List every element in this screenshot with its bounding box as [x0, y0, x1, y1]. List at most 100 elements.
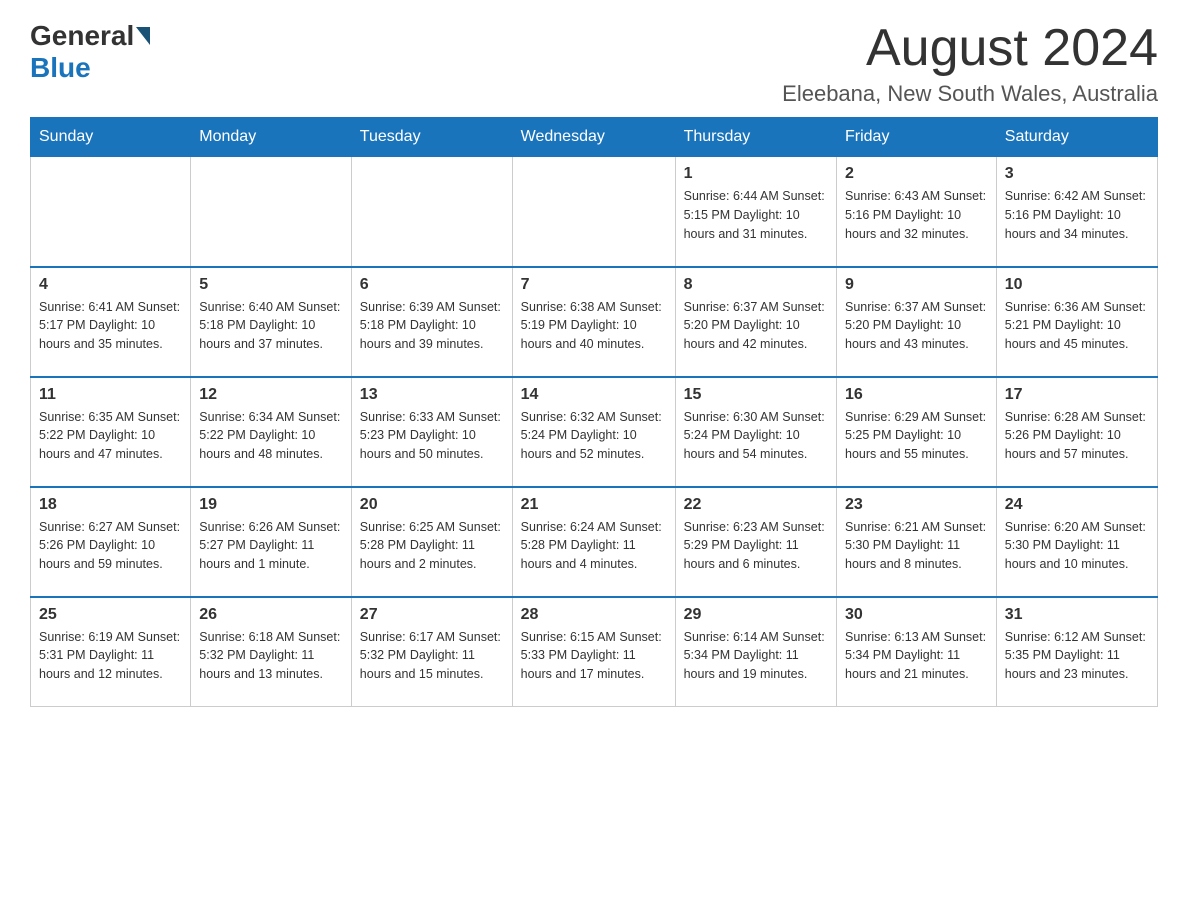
calendar-cell: 17Sunrise: 6:28 AM Sunset: 5:26 PM Dayli…	[996, 377, 1157, 487]
day-number: 22	[684, 496, 828, 514]
calendar-cell: 26 Sunrise: 6:18 AM Sunset: 5:32 PM Dayli…	[191, 597, 352, 707]
calendar-cell: 12 Sunrise: 6:34 AM Sunset: 5:22 PM Dayli…	[191, 377, 352, 487]
day-info: Sunrise: 6:37 AM Sunset: 5:20 PM Dayligh…	[845, 298, 988, 354]
calendar-cell: 5 Sunrise: 6:40 AM Sunset: 5:18 PM Daylig…	[191, 267, 352, 377]
calendar-cell: 7 Sunrise: 6:38 AM Sunset: 5:19 PM Daylig…	[512, 267, 675, 377]
calendar-cell	[31, 157, 191, 267]
day-number: 28	[521, 606, 667, 624]
day-number: 7	[521, 276, 667, 294]
day-number: 3	[1005, 165, 1149, 183]
calendar-cell: 10 Sunrise: 6:36 AM Sunset: 5:21 PM Dayli…	[996, 267, 1157, 377]
calendar-cell: 18Sunrise: 6:27 AM Sunset: 5:26 PM Dayli…	[31, 487, 191, 597]
calendar-cell: 13Sunrise: 6:33 AM Sunset: 5:23 PM Dayli…	[351, 377, 512, 487]
day-info: Sunrise: 6:29 AM Sunset: 5:25 PM Dayligh…	[845, 408, 988, 464]
calendar-cell: 1Sunrise: 6:44 AM Sunset: 5:15 PM Daylig…	[675, 157, 836, 267]
day-number: 4	[39, 276, 182, 294]
day-info: Sunrise: 6:14 AM Sunset: 5:34 PM Dayligh…	[684, 628, 828, 684]
day-number: 17	[1005, 386, 1149, 404]
calendar-cell: 11 Sunrise: 6:35 AM Sunset: 5:22 PM Dayli…	[31, 377, 191, 487]
calendar-week-row: 4 Sunrise: 6:41 AM Sunset: 5:17 PM Daylig…	[31, 267, 1158, 377]
day-info: Sunrise: 6:30 AM Sunset: 5:24 PM Dayligh…	[684, 408, 828, 464]
day-info: Sunrise: 6:38 AM Sunset: 5:19 PM Dayligh…	[521, 298, 667, 354]
day-info: Sunrise: 6:42 AM Sunset: 5:16 PM Dayligh…	[1005, 187, 1149, 243]
calendar-week-row: 18Sunrise: 6:27 AM Sunset: 5:26 PM Dayli…	[31, 487, 1158, 597]
calendar-cell: 27 Sunrise: 6:17 AM Sunset: 5:32 PM Dayli…	[351, 597, 512, 707]
day-info: Sunrise: 6:12 AM Sunset: 5:35 PM Dayligh…	[1005, 628, 1149, 684]
column-header-saturday: Saturday	[996, 118, 1157, 157]
calendar-cell: 24 Sunrise: 6:20 AM Sunset: 5:30 PM Dayli…	[996, 487, 1157, 597]
calendar-cell: 30Sunrise: 6:13 AM Sunset: 5:34 PM Dayli…	[837, 597, 997, 707]
calendar-cell: 28 Sunrise: 6:15 AM Sunset: 5:33 PM Dayli…	[512, 597, 675, 707]
day-number: 23	[845, 496, 988, 514]
day-number: 27	[360, 606, 504, 624]
day-number: 9	[845, 276, 988, 294]
column-header-monday: Monday	[191, 118, 352, 157]
calendar-cell: 3 Sunrise: 6:42 AM Sunset: 5:16 PM Daylig…	[996, 157, 1157, 267]
day-info: Sunrise: 6:33 AM Sunset: 5:23 PM Dayligh…	[360, 408, 504, 464]
calendar-week-row: 1Sunrise: 6:44 AM Sunset: 5:15 PM Daylig…	[31, 157, 1158, 267]
column-header-sunday: Sunday	[31, 118, 191, 157]
day-number: 6	[360, 276, 504, 294]
day-number: 19	[199, 496, 343, 514]
day-info: Sunrise: 6:18 AM Sunset: 5:32 PM Dayligh…	[199, 628, 343, 684]
day-info: Sunrise: 6:17 AM Sunset: 5:32 PM Dayligh…	[360, 628, 504, 684]
day-info: Sunrise: 6:15 AM Sunset: 5:33 PM Dayligh…	[521, 628, 667, 684]
calendar-cell: 16Sunrise: 6:29 AM Sunset: 5:25 PM Dayli…	[837, 377, 997, 487]
title-area: August 2024 Eleebana, New South Wales, A…	[782, 20, 1158, 107]
logo: General Blue	[30, 20, 152, 84]
day-number: 24	[1005, 496, 1149, 514]
day-number: 12	[199, 386, 343, 404]
day-info: Sunrise: 6:36 AM Sunset: 5:21 PM Dayligh…	[1005, 298, 1149, 354]
calendar-cell	[512, 157, 675, 267]
calendar-cell: 2Sunrise: 6:43 AM Sunset: 5:16 PM Daylig…	[837, 157, 997, 267]
day-number: 31	[1005, 606, 1149, 624]
day-number: 2	[845, 165, 988, 183]
day-number: 29	[684, 606, 828, 624]
day-info: Sunrise: 6:34 AM Sunset: 5:22 PM Dayligh…	[199, 408, 343, 464]
calendar-cell	[191, 157, 352, 267]
column-header-friday: Friday	[837, 118, 997, 157]
month-title: August 2024	[782, 20, 1158, 77]
day-info: Sunrise: 6:20 AM Sunset: 5:30 PM Dayligh…	[1005, 518, 1149, 574]
calendar-table: SundayMondayTuesdayWednesdayThursdayFrid…	[30, 117, 1158, 707]
day-number: 11	[39, 386, 182, 404]
calendar-cell: 9 Sunrise: 6:37 AM Sunset: 5:20 PM Daylig…	[837, 267, 997, 377]
calendar-cell: 14 Sunrise: 6:32 AM Sunset: 5:24 PM Dayli…	[512, 377, 675, 487]
day-info: Sunrise: 6:32 AM Sunset: 5:24 PM Dayligh…	[521, 408, 667, 464]
calendar-week-row: 11 Sunrise: 6:35 AM Sunset: 5:22 PM Dayli…	[31, 377, 1158, 487]
day-info: Sunrise: 6:25 AM Sunset: 5:28 PM Dayligh…	[360, 518, 504, 574]
day-number: 10	[1005, 276, 1149, 294]
location-text: Eleebana, New South Wales, Australia	[782, 81, 1158, 107]
day-number: 8	[684, 276, 828, 294]
day-info: Sunrise: 6:39 AM Sunset: 5:18 PM Dayligh…	[360, 298, 504, 354]
day-number: 1	[684, 165, 828, 183]
day-number: 30	[845, 606, 988, 624]
day-info: Sunrise: 6:24 AM Sunset: 5:28 PM Dayligh…	[521, 518, 667, 574]
logo-blue-text: Blue	[30, 52, 91, 83]
day-info: Sunrise: 6:37 AM Sunset: 5:20 PM Dayligh…	[684, 298, 828, 354]
day-info: Sunrise: 6:23 AM Sunset: 5:29 PM Dayligh…	[684, 518, 828, 574]
calendar-cell: 6 Sunrise: 6:39 AM Sunset: 5:18 PM Daylig…	[351, 267, 512, 377]
day-info: Sunrise: 6:41 AM Sunset: 5:17 PM Dayligh…	[39, 298, 182, 354]
day-info: Sunrise: 6:19 AM Sunset: 5:31 PM Dayligh…	[39, 628, 182, 684]
column-header-wednesday: Wednesday	[512, 118, 675, 157]
day-info: Sunrise: 6:35 AM Sunset: 5:22 PM Dayligh…	[39, 408, 182, 464]
day-number: 15	[684, 386, 828, 404]
day-info: Sunrise: 6:21 AM Sunset: 5:30 PM Dayligh…	[845, 518, 988, 574]
day-number: 25	[39, 606, 182, 624]
calendar-cell: 22 Sunrise: 6:23 AM Sunset: 5:29 PM Dayli…	[675, 487, 836, 597]
calendar-cell: 23 Sunrise: 6:21 AM Sunset: 5:30 PM Dayli…	[837, 487, 997, 597]
day-info: Sunrise: 6:40 AM Sunset: 5:18 PM Dayligh…	[199, 298, 343, 354]
column-header-thursday: Thursday	[675, 118, 836, 157]
day-number: 5	[199, 276, 343, 294]
calendar-cell: 25 Sunrise: 6:19 AM Sunset: 5:31 PM Dayli…	[31, 597, 191, 707]
page-header: General Blue August 2024 Eleebana, New S…	[30, 20, 1158, 107]
logo-arrow-icon	[136, 27, 150, 45]
column-header-tuesday: Tuesday	[351, 118, 512, 157]
calendar-week-row: 25 Sunrise: 6:19 AM Sunset: 5:31 PM Dayli…	[31, 597, 1158, 707]
day-number: 26	[199, 606, 343, 624]
calendar-cell: 29 Sunrise: 6:14 AM Sunset: 5:34 PM Dayli…	[675, 597, 836, 707]
logo-general-text: General	[30, 20, 134, 52]
day-number: 14	[521, 386, 667, 404]
calendar-cell: 15 Sunrise: 6:30 AM Sunset: 5:24 PM Dayli…	[675, 377, 836, 487]
